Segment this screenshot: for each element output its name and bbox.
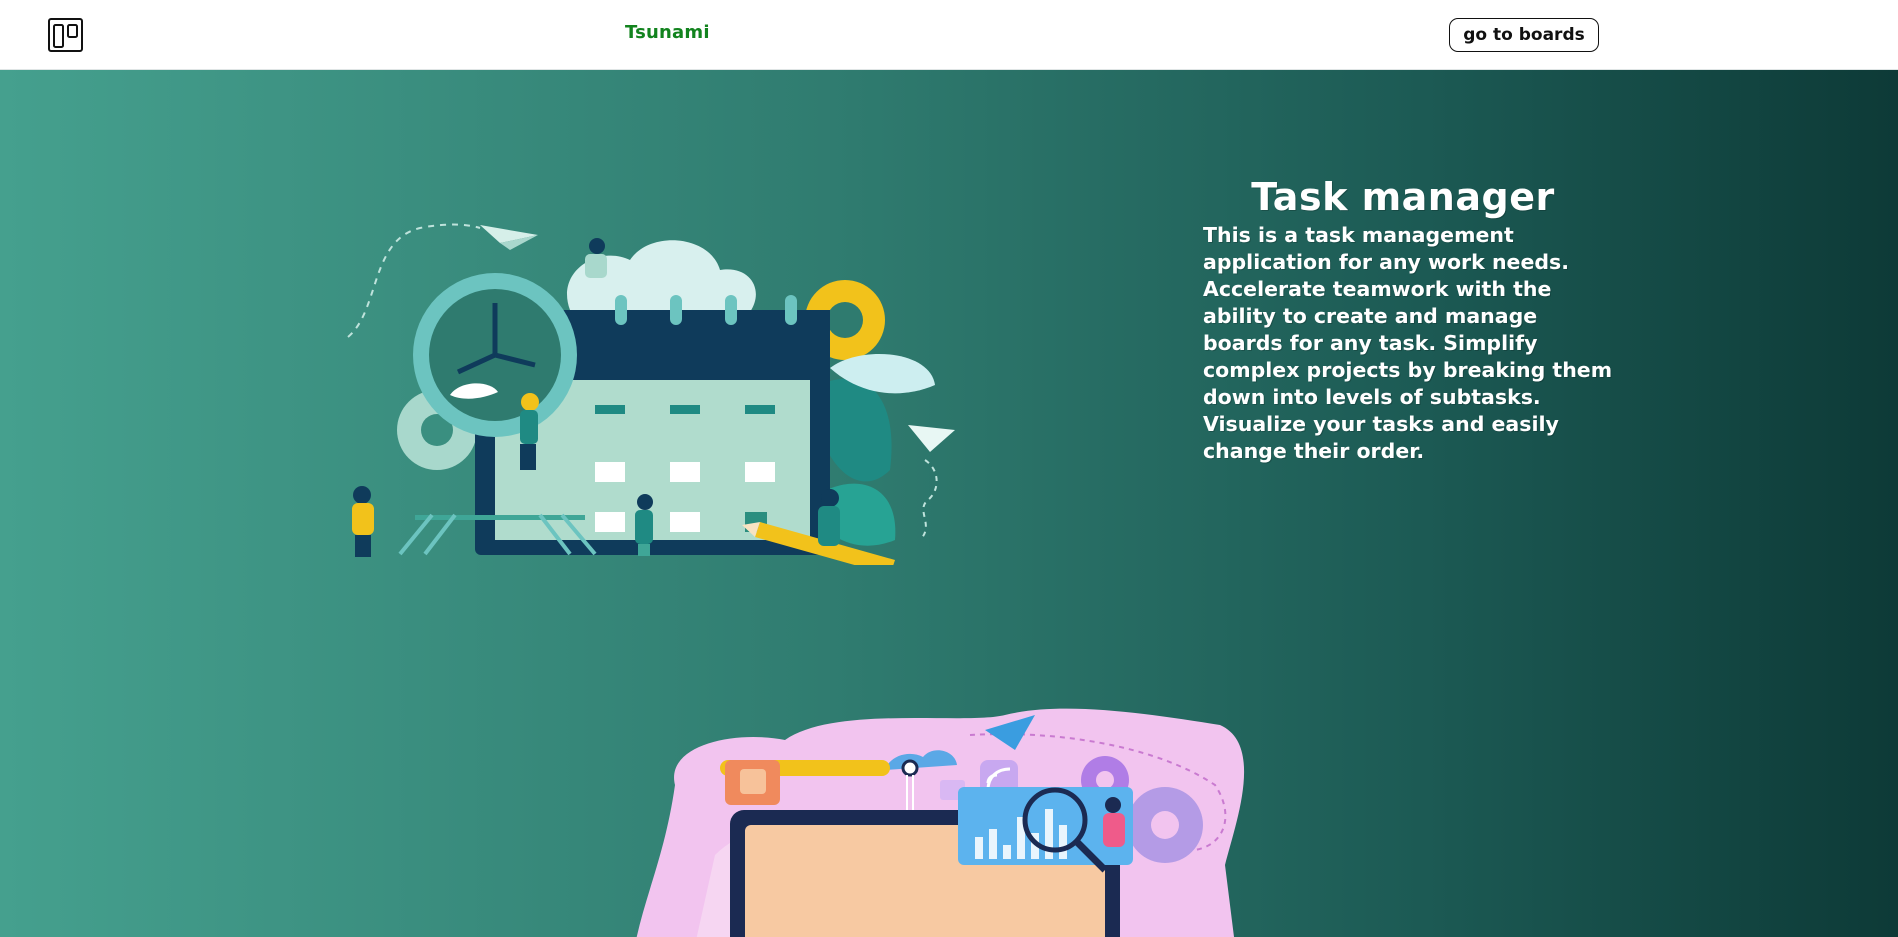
boards-icon[interactable] (48, 18, 83, 52)
intro-description: This is a task management application fo… (1203, 223, 1613, 463)
calendar-team-illustration (347, 223, 955, 565)
top-nav-bar: Tsunami go to boards (0, 0, 1898, 70)
dashboard-analytics-illustration (636, 708, 1245, 937)
hero-section: Task manager This is a task management a… (0, 70, 1898, 937)
page-title: Task manager (1251, 175, 1555, 219)
go-to-boards-button[interactable]: go to boards (1449, 18, 1599, 52)
paper-plane-icon (480, 225, 538, 243)
brand-name[interactable]: Tsunami (625, 22, 710, 43)
intro-text-block: Task manager This is a task management a… (1203, 174, 1623, 465)
